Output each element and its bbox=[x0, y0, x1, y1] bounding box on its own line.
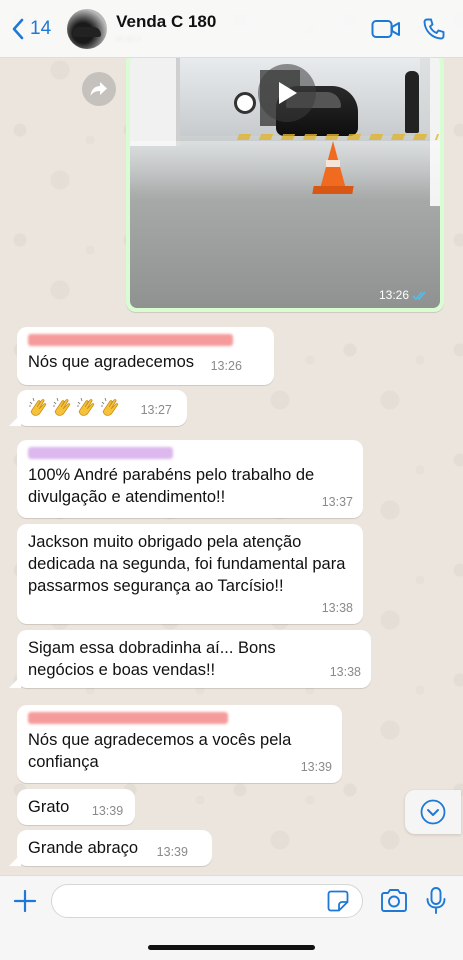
avatar[interactable] bbox=[67, 8, 108, 49]
message-time: 13:39 bbox=[156, 845, 188, 859]
clapping-hands-icon bbox=[29, 397, 47, 416]
incoming-message[interactable]: 13:27 bbox=[9, 390, 187, 426]
camera-icon[interactable] bbox=[379, 887, 409, 915]
thumbnail-cone-stripe bbox=[326, 160, 340, 167]
sender-name bbox=[28, 712, 228, 724]
home-indicator bbox=[148, 945, 315, 950]
message-text: Jackson muito obrigado pela atenção dedi… bbox=[28, 533, 346, 595]
message-meta: 13:26 bbox=[379, 288, 430, 302]
sender-name bbox=[28, 334, 233, 346]
video-call-icon bbox=[371, 19, 400, 38]
incoming-message[interactable]: 100% André parabéns pelo trabalho de div… bbox=[17, 440, 363, 518]
clapping-hands-icon bbox=[101, 397, 119, 416]
chat-header: 14 Venda C 180 ·· ·· · bbox=[0, 0, 463, 58]
emoji-row bbox=[28, 396, 122, 418]
video-call-button[interactable] bbox=[369, 12, 403, 46]
plus-icon[interactable] bbox=[10, 886, 40, 916]
incoming-message[interactable]: Grato 13:39 bbox=[17, 789, 135, 825]
phone-icon bbox=[423, 18, 445, 39]
message-time: 13:37 bbox=[321, 495, 353, 509]
play-icon bbox=[279, 82, 297, 104]
chat-title-area[interactable]: Venda C 180 ·· ·· · bbox=[116, 12, 369, 45]
double-check-icon bbox=[412, 290, 426, 300]
message-text: 100% André parabéns pelo trabalho de div… bbox=[28, 466, 315, 506]
clapping-hands-icon bbox=[77, 397, 95, 416]
thumbnail-floor-markings bbox=[236, 134, 440, 140]
thumbnail-cone-base bbox=[312, 186, 354, 194]
video-thumbnail[interactable]: 13:26 bbox=[130, 56, 440, 308]
incoming-message[interactable]: Grande abraço 13:39 bbox=[9, 830, 212, 866]
message-input[interactable] bbox=[51, 884, 363, 918]
message-text: Nós que agradecemos bbox=[28, 353, 195, 371]
incoming-message[interactable]: Nós que agradecemos a vocês pela confian… bbox=[17, 705, 342, 783]
play-button[interactable] bbox=[258, 64, 316, 122]
chevron-down-icon bbox=[420, 799, 446, 825]
message-time: 13:38 bbox=[329, 665, 361, 679]
message-time: 13:38 bbox=[321, 601, 353, 615]
clapping-hands-icon bbox=[53, 397, 71, 416]
message-text: Sigam essa dobradinha aí... Bons negócio… bbox=[28, 639, 276, 679]
thumbnail-floor bbox=[130, 141, 440, 201]
back-button[interactable]: 14 bbox=[10, 17, 51, 41]
message-time: 13:39 bbox=[300, 760, 332, 774]
message-time: 13:26 bbox=[210, 359, 242, 373]
message-time: 13:27 bbox=[140, 403, 172, 417]
chat-title: Venda C 180 bbox=[116, 12, 217, 31]
unread-count: 14 bbox=[30, 17, 52, 39]
incoming-message[interactable]: Sigam essa dobradinha aí... Bons negócio… bbox=[9, 630, 371, 688]
sticker-icon[interactable] bbox=[326, 889, 350, 913]
voice-call-button[interactable] bbox=[417, 12, 451, 46]
thumbnail-side-wall bbox=[130, 56, 180, 146]
microphone-icon[interactable] bbox=[423, 886, 449, 916]
forward-icon bbox=[90, 82, 107, 96]
chat-subtitle: ·· ·· · bbox=[116, 33, 141, 45]
message-text: Grato bbox=[28, 798, 70, 816]
forward-button[interactable] bbox=[82, 72, 116, 106]
composer-bar bbox=[0, 875, 463, 960]
thumbnail-person bbox=[405, 71, 419, 133]
message-time: 13:26 bbox=[378, 288, 409, 302]
video-message[interactable]: 13:26 bbox=[126, 52, 444, 312]
sender-name bbox=[28, 447, 173, 459]
thumbnail-sign bbox=[234, 92, 256, 114]
scroll-to-bottom-button[interactable] bbox=[405, 790, 461, 834]
message-time: 13:39 bbox=[91, 804, 124, 818]
message-text: Grande abraço bbox=[28, 839, 139, 857]
incoming-message[interactable]: Jackson muito obrigado pela atenção dedi… bbox=[17, 524, 363, 624]
chevron-left-icon bbox=[12, 18, 24, 39]
incoming-message[interactable]: Nós que agradecemos 13:26 bbox=[17, 327, 274, 385]
message-text: Nós que agradecemos a vocês pela confian… bbox=[28, 731, 292, 771]
